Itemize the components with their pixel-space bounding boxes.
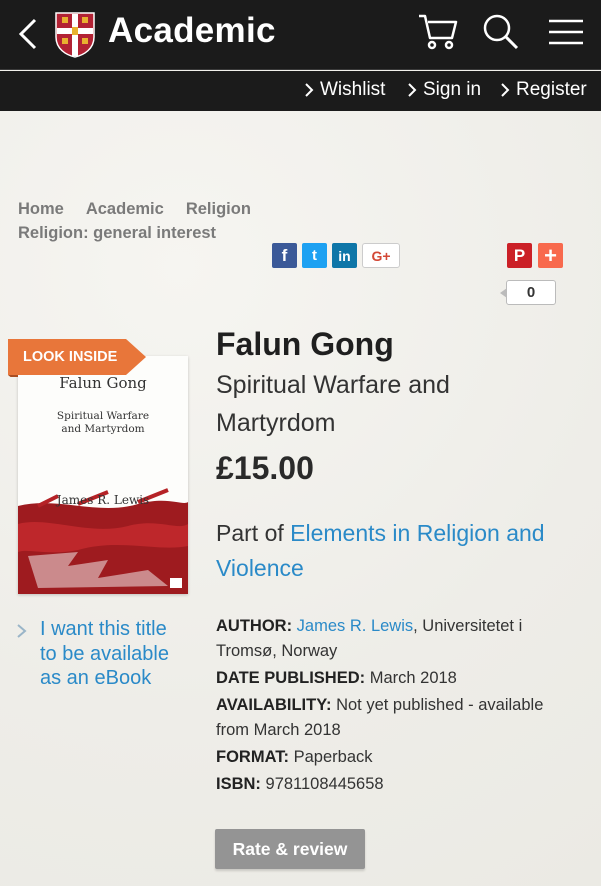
author-link[interactable]: James R. Lewis	[297, 617, 413, 635]
wishlist-label: Wishlist	[320, 79, 386, 100]
sign-in-link[interactable]: Sign in	[407, 79, 481, 101]
register-link[interactable]: Register	[500, 79, 587, 101]
search-icon[interactable]	[480, 12, 524, 52]
chevron-right-icon	[501, 83, 510, 97]
isbn-row: ISBN: 9781108445658	[216, 772, 576, 797]
book-title: Falun Gong	[216, 326, 394, 362]
cover-subtitle: Spiritual Warfare and Martyrdom	[56, 410, 150, 435]
look-inside-badge[interactable]: LOOK INSIDE	[8, 339, 146, 377]
linkedin-share-icon[interactable]: in	[332, 243, 357, 268]
wishlist-link[interactable]: Wishlist	[304, 79, 385, 101]
facebook-share-icon[interactable]: f	[272, 243, 297, 268]
date-label: DATE PUBLISHED:	[216, 669, 366, 687]
series-prefix: Part of	[216, 520, 291, 546]
isbn-value: 9781108445658	[265, 775, 384, 793]
back-icon[interactable]	[14, 14, 44, 54]
breadcrumb: Home Academic Religion Religion: general i…	[18, 197, 318, 245]
brand-title[interactable]: Academic	[108, 11, 276, 51]
breadcrumb-religion[interactable]: Religion	[186, 200, 251, 218]
availability-row: AVAILABILITY: Not yet published - availa…	[216, 693, 576, 742]
book-price: £15.00	[216, 450, 314, 486]
share-counter: 0	[500, 280, 556, 305]
rate-review-button[interactable]: Rate & review	[215, 829, 365, 869]
cart-icon[interactable]	[416, 12, 460, 52]
isbn-label: ISBN:	[216, 775, 261, 793]
breadcrumb-general-interest[interactable]: Religion: general interest	[18, 224, 216, 242]
look-inside-label: LOOK INSIDE	[23, 349, 118, 365]
author-label: AUTHOR:	[216, 617, 293, 635]
breadcrumb-home[interactable]: Home	[18, 200, 64, 218]
google-plus-share-icon[interactable]: G+	[362, 243, 400, 268]
series-info: Part of Elements in Religion and Violenc…	[216, 516, 566, 586]
availability-label: AVAILABILITY:	[216, 696, 332, 714]
book-cover[interactable]: Falun Gong Spiritual Warfare and Martyrd…	[18, 356, 188, 594]
top-bar: Academic	[0, 0, 601, 70]
register-label: Register	[516, 79, 587, 100]
chevron-right-icon	[408, 83, 417, 97]
breadcrumb-academic[interactable]: Academic	[86, 200, 164, 218]
university-crest-icon[interactable]	[54, 11, 96, 58]
chevron-right-icon	[305, 83, 314, 97]
format-row: FORMAT: Paperback	[216, 745, 576, 770]
more-share-icon[interactable]: +	[538, 243, 563, 268]
date-row: DATE PUBLISHED: March 2018	[216, 666, 576, 691]
cover-author: James R. Lewis	[56, 493, 150, 507]
chevron-right-icon	[17, 624, 27, 638]
ebook-request-link[interactable]: I want this title to be available as an …	[16, 617, 170, 691]
book-subtitle: Spiritual Warfare and Martyrdom	[216, 371, 450, 437]
sign-in-label: Sign in	[423, 79, 482, 100]
ebook-request-text: I want this title to be available as an …	[40, 618, 169, 689]
date-value: March 2018	[369, 669, 457, 687]
format-value: Paperback	[293, 748, 373, 766]
account-bar: Wishlist Sign in Register	[0, 71, 601, 111]
format-label: FORMAT:	[216, 748, 290, 766]
author-row: AUTHOR: James R. Lewis, Universitetet i …	[216, 614, 576, 663]
menu-icon[interactable]	[545, 12, 589, 52]
pinterest-share-icon[interactable]: P	[507, 243, 532, 268]
twitter-share-icon[interactable]: t	[302, 243, 327, 268]
